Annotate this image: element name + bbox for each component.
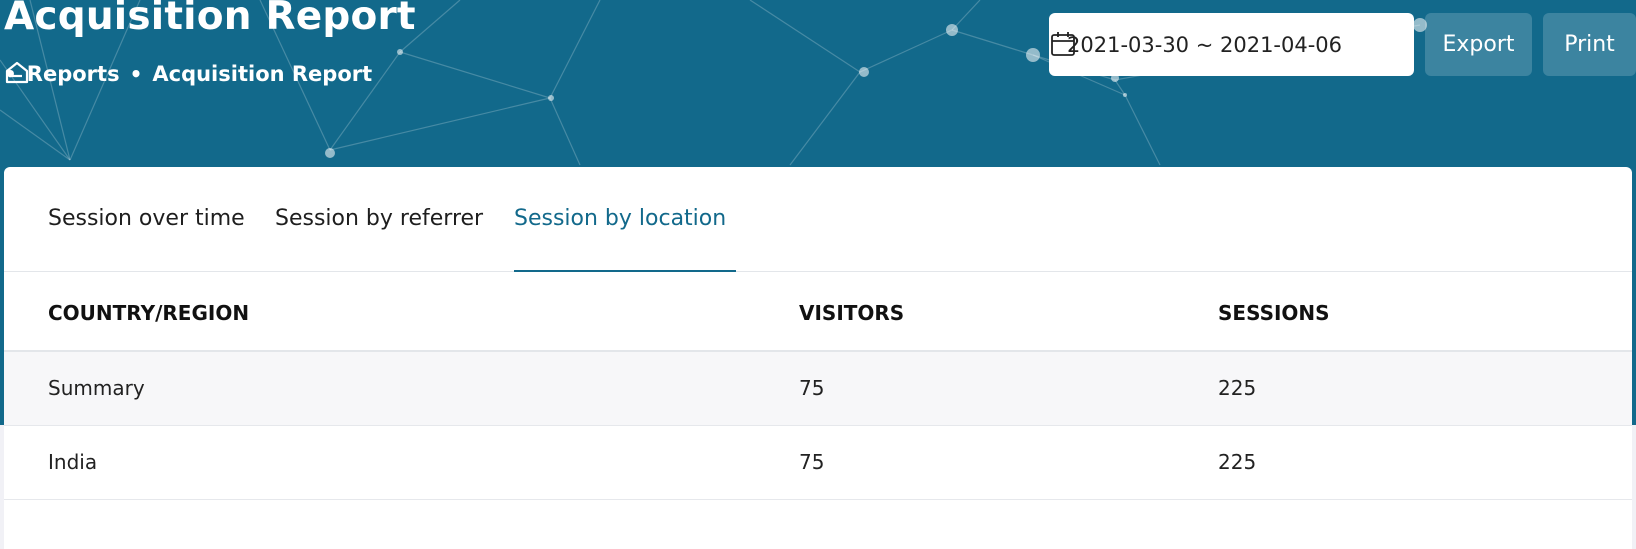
report-card: Session over time Session by referrer Se… [4, 167, 1632, 549]
tab-session-by-referrer[interactable]: Session by referrer [275, 206, 483, 272]
date-range-value: 2021-03-30 ~ 2021-04-06 [1067, 32, 1343, 57]
breadcrumb-separator: • [129, 62, 143, 86]
cell-region: India [48, 450, 98, 474]
print-button[interactable]: Print [1543, 13, 1636, 76]
column-header-sessions[interactable]: SESSIONS [1218, 301, 1330, 325]
cell-sessions: 225 [1218, 376, 1257, 400]
cell-visitors: 75 [799, 450, 825, 474]
breadcrumb-item-acquisition-report: Acquisition Report [152, 62, 373, 86]
column-header-visitors[interactable]: VISITORS [799, 301, 904, 325]
column-header-country-region[interactable]: COUNTRY/REGION [48, 301, 249, 325]
cell-visitors: 75 [799, 376, 825, 400]
page-title: Acquisition Report [4, 0, 416, 39]
tab-session-by-location[interactable]: Session by location [514, 206, 736, 272]
breadcrumb: • Reports • Acquisition Report [4, 59, 372, 89]
tab-session-over-time[interactable]: Session over time [48, 206, 245, 272]
breadcrumb-item-reports[interactable]: Reports [27, 62, 120, 86]
calendar-icon[interactable] [1049, 30, 1077, 58]
table-row-summary: Summary 75 225 [4, 352, 1632, 426]
cell-region: Summary [48, 376, 145, 400]
table-header: COUNTRY/REGION VISITORS SESSIONS [4, 272, 1632, 352]
date-range-picker[interactable]: 2021-03-30 ~ 2021-04-06 [1049, 13, 1414, 76]
home-icon[interactable] [4, 59, 30, 85]
table-row: India 75 225 [4, 426, 1632, 500]
export-button[interactable]: Export [1425, 13, 1532, 76]
cell-sessions: 225 [1218, 450, 1257, 474]
tab-bar: Session over time Session by referrer Se… [4, 167, 1632, 272]
